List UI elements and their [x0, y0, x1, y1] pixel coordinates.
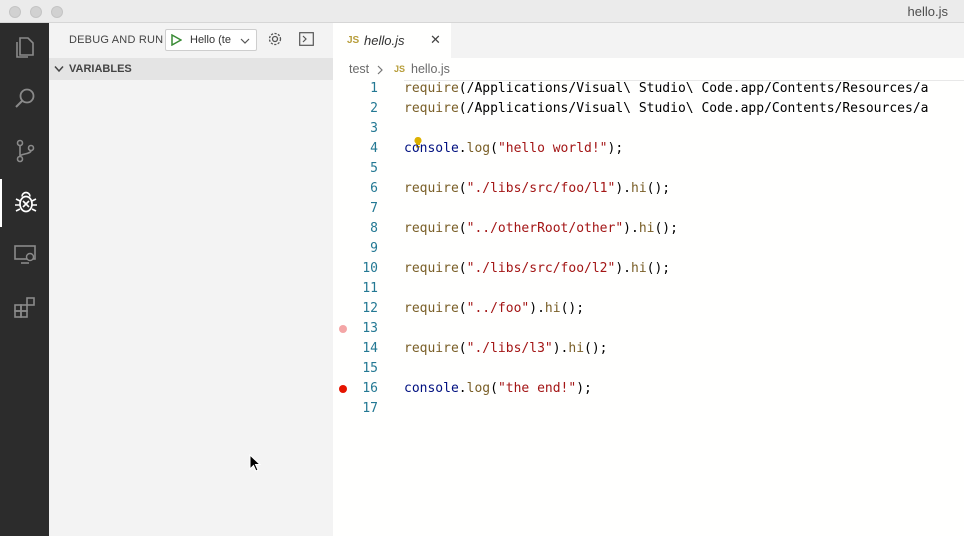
zoom-window-button[interactable]: [51, 6, 63, 18]
debug-bug-icon: [14, 191, 37, 213]
line-number[interactable]: 4: [333, 139, 378, 159]
line-number[interactable]: 12: [333, 299, 378, 319]
line-number[interactable]: 8: [333, 219, 378, 239]
activity-explorer[interactable]: [0, 23, 49, 71]
tab-label: hello.js: [364, 33, 405, 48]
line-number[interactable]: 6: [333, 179, 378, 199]
js-file-icon: JS: [347, 35, 360, 46]
sidebar-header: DEBUG AND RUN Hello (te: [49, 23, 333, 58]
remote-monitor-icon: [13, 245, 36, 264]
code-line[interactable]: 16 console.log("the end!");: [333, 379, 964, 399]
breakpoint-icon[interactable]: [339, 385, 347, 393]
code-text: require(/Applications/Visual\ Studio\ Co…: [404, 101, 929, 116]
gear-icon[interactable]: [267, 31, 283, 47]
code-line[interactable]: 2 require(/Applications/Visual\ Studio\ C…: [333, 99, 964, 119]
activity-extensions[interactable]: [0, 283, 49, 331]
code-line[interactable]: 10 require("./libs/src/foo/l2").hi();: [333, 259, 964, 279]
code-text: require("../foo").hi();: [404, 301, 585, 316]
code-line[interactable]: 14 require("./libs/l3").hi();: [333, 339, 964, 359]
code-text: console.log("hello world!");: [404, 141, 624, 156]
variables-section-header[interactable]: VARIABLES: [49, 58, 333, 80]
tab-hello-js[interactable]: JS hello.js ✕: [333, 23, 451, 58]
line-number[interactable]: 2: [333, 99, 378, 119]
line-number[interactable]: 17: [333, 399, 378, 419]
js-file-icon: JS: [394, 64, 406, 74]
chevron-right-icon: [377, 65, 383, 75]
code-line[interactable]: 5: [333, 159, 964, 179]
line-number[interactable]: 5: [333, 159, 378, 179]
close-icon[interactable]: ✕: [430, 32, 441, 48]
line-number[interactable]: 3: [333, 119, 378, 139]
breakpoint-hint-icon[interactable]: [339, 325, 347, 333]
line-number[interactable]: 7: [333, 199, 378, 219]
line-number[interactable]: 11: [333, 279, 378, 299]
mouse-cursor-icon: [249, 454, 261, 472]
minimize-window-button[interactable]: [30, 6, 42, 18]
files-icon: [15, 37, 34, 58]
line-number[interactable]: 1: [333, 79, 378, 99]
window-titlebar: hello.js: [0, 0, 964, 23]
code-line[interactable]: 13: [333, 319, 964, 339]
code-line[interactable]: 12 require("../foo").hi();: [333, 299, 964, 319]
line-number[interactable]: 15: [333, 359, 378, 379]
activity-bar: [0, 23, 49, 536]
source-control-icon: [16, 139, 34, 163]
activity-source-control[interactable]: [0, 127, 49, 175]
activity-search[interactable]: [0, 75, 49, 123]
editor-area: JS hello.js ✕ test JS hello.js 1 require(…: [333, 23, 964, 536]
breadcrumb-folder[interactable]: test: [349, 62, 369, 76]
code-line[interactable]: 1 require(/Applications/Visual\ Studio\ C…: [333, 79, 964, 99]
activity-remote-explorer[interactable]: [0, 231, 49, 279]
code-text: require("../otherRoot/other").hi();: [404, 221, 678, 236]
code-text: require("./libs/src/foo/l2").hi();: [404, 261, 671, 276]
extensions-icon: [13, 297, 35, 318]
line-number[interactable]: 9: [333, 239, 378, 259]
search-icon: [14, 88, 34, 108]
breadcrumb-file[interactable]: hello.js: [411, 62, 450, 76]
code-line[interactable]: 8 require("../otherRoot/other").hi();: [333, 219, 964, 239]
code-text: console.log("the end!");: [404, 381, 592, 396]
code-line[interactable]: 3: [333, 119, 964, 139]
code-text: require(/Applications/Visual\ Studio\ Co…: [404, 81, 929, 96]
activity-debug[interactable]: [0, 179, 49, 227]
chevron-down-icon: [54, 66, 64, 73]
code-text: require("./libs/l3").hi();: [404, 341, 608, 356]
debug-sidebar: DEBUG AND RUN Hello (te VARIABLES: [49, 23, 333, 536]
play-icon[interactable]: [170, 34, 182, 46]
code-line[interactable]: 17: [333, 399, 964, 419]
editor-tabbar: JS hello.js ✕: [333, 23, 964, 58]
code-line[interactable]: 9: [333, 239, 964, 259]
line-number[interactable]: 10: [333, 259, 378, 279]
code-line[interactable]: 6 require("./libs/src/foo/l1").hi();: [333, 179, 964, 199]
debug-console-icon[interactable]: [299, 32, 314, 46]
line-number[interactable]: 14: [333, 339, 378, 359]
launch-config-label: Hello (te: [190, 34, 231, 46]
code-text: require("./libs/src/foo/l1").hi();: [404, 181, 671, 196]
launch-config-dropdown[interactable]: Hello (te: [165, 29, 257, 51]
code-line[interactable]: 7: [333, 199, 964, 219]
code-line[interactable]: 4 console.log("hello world!");: [333, 139, 964, 159]
chevron-down-icon: [240, 38, 250, 44]
variables-title: VARIABLES: [69, 63, 132, 75]
code-line[interactable]: 15: [333, 359, 964, 379]
window-title: hello.js: [907, 4, 948, 19]
code-line[interactable]: 11: [333, 279, 964, 299]
close-window-button[interactable]: [9, 6, 21, 18]
sidebar-title: DEBUG AND RUN: [69, 34, 164, 46]
